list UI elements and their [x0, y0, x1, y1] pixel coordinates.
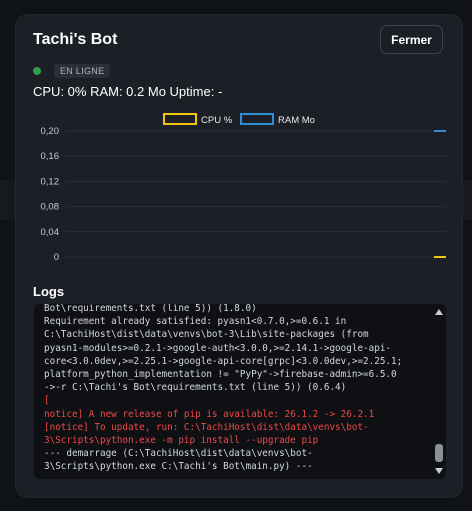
- log-line: C:\TachiHost\dist\data\venvs\bot-3\Lib\s…: [44, 329, 369, 341]
- log-line: [: [44, 395, 50, 407]
- status-row: EN LIGNE: [33, 64, 111, 78]
- logs-title: Logs: [33, 284, 65, 299]
- log-line: core<3.0.0dev,>=2.25.1->google-api-core[…: [44, 355, 403, 367]
- log-line: [notice] To update, run: C:\TachiHost\di…: [44, 421, 369, 433]
- legend-swatch: [240, 113, 274, 125]
- log-line: 3\Scripts\python.exe -m pip install --up…: [44, 435, 319, 447]
- resource-stats: CPU: 0% RAM: 0.2 Mo Uptime: -: [33, 84, 223, 99]
- resource-chart: 0,20 0,16 0,12 0,08 0,04 0 CPU % RAM Mo: [41, 113, 446, 263]
- legend-label: CPU %: [201, 115, 233, 126]
- scroll-thumb[interactable]: [435, 444, 443, 462]
- bot-details-modal: Tachi's Bot Fermer EN LIGNE CPU: 0% RAM:…: [16, 15, 462, 497]
- log-line: Bot\requirements.txt (line 5)) (1.8.0): [44, 304, 257, 314]
- logs-console[interactable]: Bot\requirements.txt (line 5)) (1.8.0) Re…: [34, 304, 446, 479]
- y-tick-label: 0,04: [41, 227, 60, 238]
- y-tick-label: 0,12: [41, 176, 60, 187]
- legend-swatch: [163, 113, 197, 125]
- scroll-down-arrow-icon[interactable]: [435, 468, 443, 474]
- y-tick-label: 0,20: [41, 126, 60, 137]
- log-line: notice] A new release of pip is availabl…: [44, 408, 375, 420]
- log-line: --- demarrage (C:\TachiHost\dist\data\ve…: [44, 448, 313, 460]
- y-tick-label: 0,08: [41, 202, 60, 213]
- logs-content: Bot\requirements.txt (line 5)) (1.8.0) Re…: [44, 304, 428, 474]
- log-line: pyasn1-modules>=0.2.1->google-auth<3.0.0…: [44, 342, 392, 354]
- close-button[interactable]: Fermer: [380, 25, 443, 54]
- y-tick-label: 0: [54, 252, 59, 263]
- log-line: platform_python_implementation != "PyPy"…: [44, 369, 397, 381]
- status-badge: EN LIGNE: [54, 64, 111, 78]
- scroll-up-arrow-icon[interactable]: [435, 309, 443, 315]
- log-line: 3\Scripts\python.exe C:\Tachi's Bot\main…: [44, 461, 313, 473]
- logs-scrollbar[interactable]: [432, 304, 446, 479]
- log-line: Requirement already satisfied: pyasn1<0.…: [44, 316, 347, 328]
- legend-label: RAM Mo: [278, 115, 315, 126]
- modal-title: Tachi's Bot: [33, 31, 118, 48]
- y-tick-label: 0,16: [41, 151, 60, 162]
- log-line: ->-r C:\Tachi's Bot\requirements.txt (li…: [44, 382, 347, 394]
- status-dot-icon: [33, 67, 41, 75]
